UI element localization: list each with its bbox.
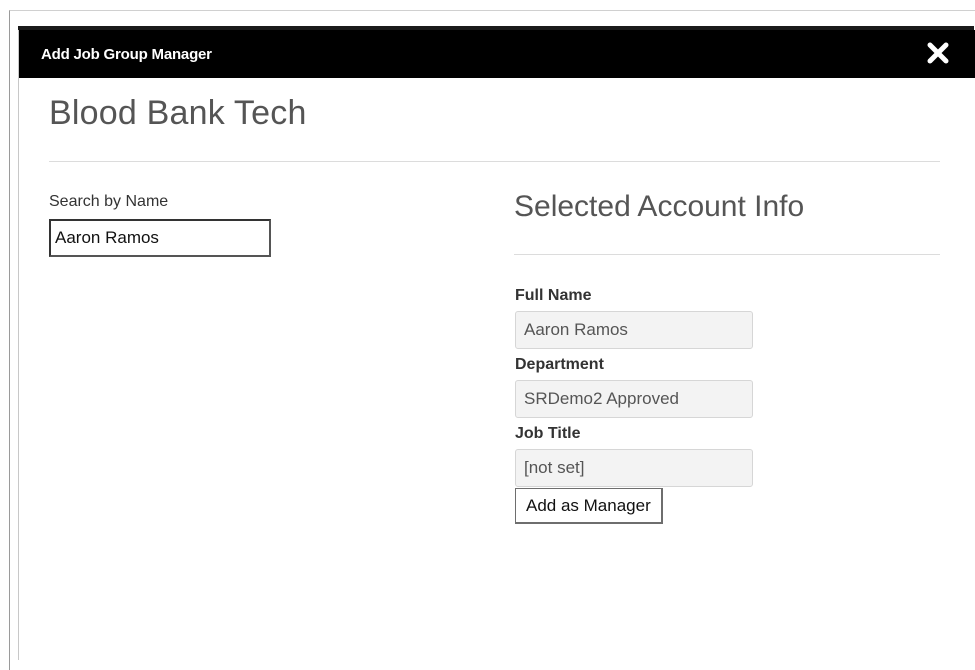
title-divider <box>49 161 940 162</box>
department-field <box>515 380 753 418</box>
job-title-field <box>515 449 753 487</box>
full-name-field <box>515 311 753 349</box>
search-by-name-label: Search by Name <box>49 193 169 210</box>
close-icon <box>927 42 949 64</box>
selected-account-info-heading: Selected Account Info <box>514 190 805 223</box>
add-as-manager-button[interactable]: Add as Manager <box>515 488 663 524</box>
dialog-title: Add Job Group Manager <box>41 46 212 63</box>
account-info-divider <box>514 254 940 255</box>
search-by-name-input[interactable] <box>49 219 271 257</box>
dialog-header: Add Job Group Manager <box>19 30 975 78</box>
department-label: Department <box>515 356 604 373</box>
close-button[interactable] <box>925 40 951 66</box>
job-group-title: Blood Bank Tech <box>49 94 307 132</box>
job-title-label: Job Title <box>515 425 581 442</box>
add-job-group-manager-dialog: Add Job Group Manager Blood Bank Tech Se… <box>18 30 975 660</box>
full-name-label: Full Name <box>515 287 592 304</box>
